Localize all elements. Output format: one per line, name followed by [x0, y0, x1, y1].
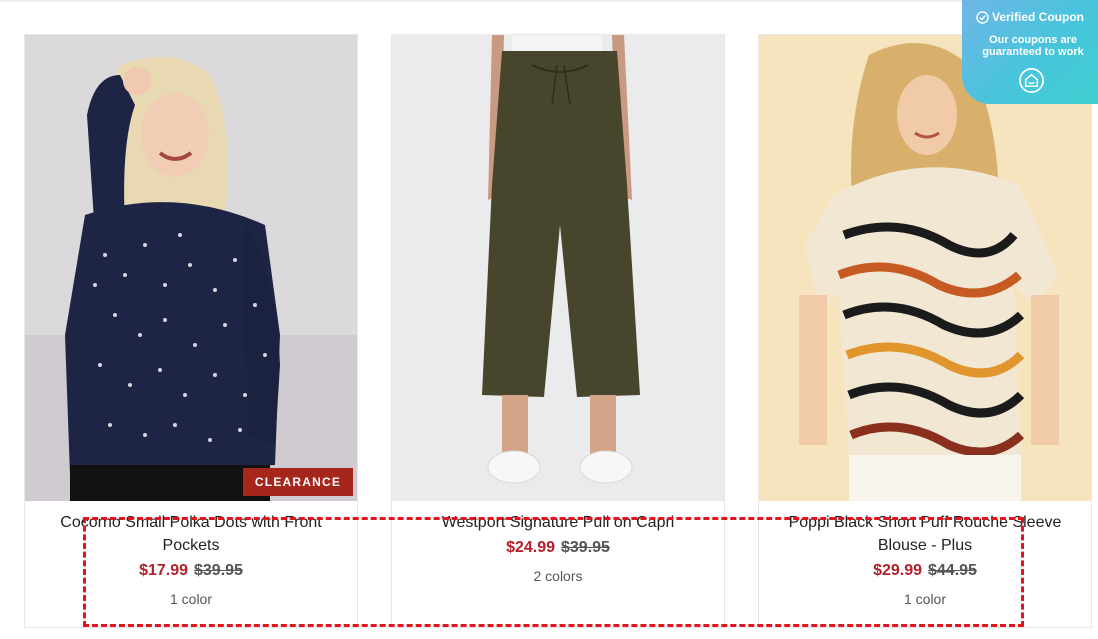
- product-info: Westport Signature Pull on Capri $24.99 $…: [392, 511, 724, 586]
- product-prices: $29.99 $44.95: [759, 560, 1091, 582]
- color-count[interactable]: 1 color: [25, 589, 357, 609]
- coupon-title-row: Verified Coupon: [962, 9, 1098, 25]
- color-count[interactable]: 1 color: [759, 589, 1091, 609]
- product-image[interactable]: [392, 35, 724, 501]
- product-card[interactable]: Poppi Black Short Puff Rouche Sleeve Blo…: [758, 34, 1092, 628]
- product-info: Poppi Black Short Puff Rouche Sleeve Blo…: [759, 511, 1091, 609]
- product-name[interactable]: Poppi Black Short Puff Rouche Sleeve Blo…: [759, 511, 1091, 557]
- product-image[interactable]: CLEARANCE: [25, 35, 357, 501]
- product-prices: $24.99 $39.95: [392, 537, 724, 559]
- product-info: Cocorno Small Polka Dots with Front Pock…: [25, 511, 357, 609]
- check-circle-icon: [976, 11, 989, 24]
- product-name[interactable]: Westport Signature Pull on Capri: [392, 511, 724, 534]
- sale-price: $24.99: [506, 539, 555, 556]
- product-name[interactable]: Cocorno Small Polka Dots with Front Pock…: [25, 511, 357, 557]
- color-count[interactable]: 2 colors: [392, 566, 724, 586]
- coupon-title: Verified Coupon: [991, 10, 1084, 24]
- product-prices: $17.99 $39.95: [25, 560, 357, 582]
- top-divider: [0, 0, 1098, 2]
- clearance-badge: CLEARANCE: [243, 468, 353, 496]
- sale-price: $29.99: [873, 562, 922, 579]
- product-card[interactable]: Westport Signature Pull on Capri $24.99 $…: [391, 34, 725, 628]
- original-price: $44.95: [928, 562, 977, 579]
- product-card[interactable]: CLEARANCE Cocorno Small Polka Dots with …: [24, 34, 358, 628]
- original-price: $39.95: [194, 562, 243, 579]
- coupon-subtitle: Our coupons are guaranteed to work: [982, 34, 1084, 58]
- sale-price: $17.99: [139, 562, 188, 579]
- coupon-brand-logo-icon[interactable]: [1018, 67, 1045, 94]
- product-image[interactable]: [759, 35, 1091, 501]
- verified-coupon-widget[interactable]: Verified Coupon Our coupons are guarante…: [962, 0, 1098, 104]
- original-price: $39.95: [561, 539, 610, 556]
